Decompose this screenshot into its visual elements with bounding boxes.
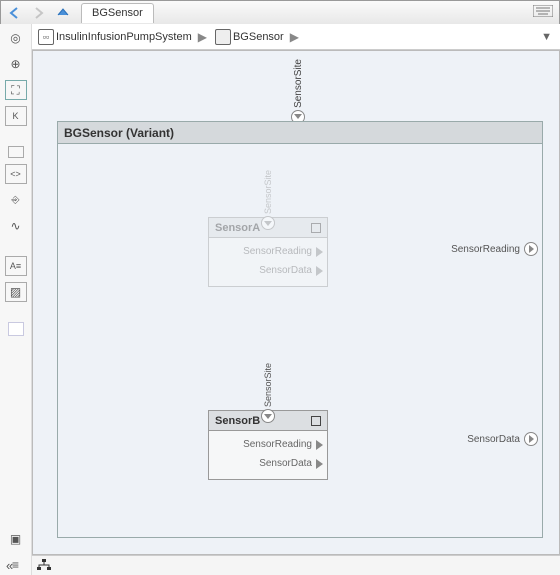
- port-out-icon: [524, 242, 538, 256]
- out-port-reading-label: SensorReading: [451, 244, 520, 255]
- port-out-icon: [316, 440, 323, 450]
- collapse-rail-button[interactable]: «: [6, 558, 13, 573]
- keyboard-icon: [533, 5, 553, 17]
- rail-rect-icon[interactable]: [8, 146, 24, 158]
- rail-fit-icon[interactable]: ⛶: [5, 80, 27, 100]
- up-arrow-icon: [55, 6, 71, 20]
- variant-badge-icon: [311, 416, 321, 426]
- sensor-b-out-data[interactable]: SensorData: [259, 458, 323, 469]
- rail-camera-icon[interactable]: ▣: [5, 529, 27, 549]
- tab-label: BGSensor: [92, 7, 143, 19]
- block-icon: [215, 29, 231, 45]
- top-toolbar: BGSensor: [1, 1, 559, 25]
- sub-block-sensor-b[interactable]: SensorSite SensorB SensorReading SensorD…: [208, 410, 328, 480]
- sub-block-sensor-a[interactable]: SensorSite SensorA SensorReading SensorD…: [208, 217, 328, 287]
- rail-text-icon[interactable]: A≡: [5, 256, 27, 276]
- breadcrumb-current-label: BGSensor: [233, 31, 284, 43]
- port-out-icon: [316, 247, 323, 257]
- forward-button[interactable]: [28, 3, 50, 23]
- port-in-icon: [261, 216, 275, 230]
- sensor-a-top-port[interactable]: SensorSite: [261, 170, 275, 230]
- port-out-icon: [524, 432, 538, 446]
- back-button[interactable]: [4, 3, 26, 23]
- canvas-area: ▫▫ InsulinInfusionPumpSystem ▶ BGSensor …: [32, 24, 560, 575]
- breadcrumb-root-label: InsulinInfusionPumpSystem: [56, 31, 192, 43]
- top-port-label: SensorSite: [293, 59, 304, 108]
- rail-signal-icon[interactable]: ∿: [5, 216, 27, 236]
- sensor-a-out-reading[interactable]: SensorReading: [243, 246, 323, 257]
- breadcrumb-bar: ▫▫ InsulinInfusionPumpSystem ▶ BGSensor …: [32, 24, 560, 50]
- port-out-icon: [316, 266, 323, 276]
- breadcrumb-dropdown[interactable]: ▼: [541, 31, 552, 43]
- back-arrow-icon: [7, 6, 23, 20]
- rail-zoom-icon[interactable]: ⊕: [5, 54, 27, 74]
- breadcrumb-root[interactable]: ▫▫ InsulinInfusionPumpSystem: [34, 29, 194, 45]
- chevron-right-icon: ▶: [194, 30, 211, 44]
- diagram-canvas[interactable]: SensorSite BGSensor (Variant) SensorSite…: [32, 50, 560, 555]
- rail-blank-icon[interactable]: [8, 322, 24, 336]
- breadcrumb-current[interactable]: BGSensor: [211, 29, 286, 45]
- tab-bgsensor[interactable]: BGSensor: [81, 3, 154, 23]
- sensor-a-body: SensorReading SensorData: [209, 238, 327, 286]
- chevron-right-icon: ▶: [286, 30, 303, 44]
- sensor-b-body: SensorReading SensorData: [209, 431, 327, 479]
- sensor-b-top-port[interactable]: SensorSite: [261, 363, 275, 423]
- variant-block-title: BGSensor (Variant): [64, 126, 174, 140]
- up-button[interactable]: [52, 3, 74, 23]
- sensor-b-title: SensorB: [215, 415, 260, 427]
- rail-target-icon[interactable]: ◎: [5, 28, 27, 48]
- rail-code-icon[interactable]: <>: [5, 164, 27, 184]
- status-bar: [32, 555, 560, 575]
- rail-k-icon[interactable]: K: [5, 106, 27, 126]
- variant-badge-icon: [311, 223, 321, 233]
- variant-block[interactable]: BGSensor (Variant) SensorSite SensorA Se…: [57, 121, 543, 538]
- port-out-icon: [316, 459, 323, 469]
- port-in-icon: [261, 409, 275, 423]
- sensor-a-out-data[interactable]: SensorData: [259, 265, 323, 276]
- hierarchy-icon: [36, 559, 52, 571]
- left-tool-rail: ◎ ⊕ ⛶ K <> ⎆ ∿ A≡ ▨ ▣ ≡ «: [0, 24, 32, 575]
- out-port-data-label: SensorData: [467, 434, 520, 445]
- forward-arrow-icon: [31, 6, 47, 20]
- sensor-b-out-reading[interactable]: SensorReading: [243, 439, 323, 450]
- rail-image-icon[interactable]: ▨: [5, 282, 27, 302]
- block-out-port-reading[interactable]: SensorReading: [451, 242, 538, 256]
- block-out-port-data[interactable]: SensorData: [467, 432, 538, 446]
- block-top-port[interactable]: SensorSite: [291, 59, 305, 124]
- sensor-b-top-port-label: SensorSite: [263, 363, 273, 407]
- keyboard-button[interactable]: [533, 5, 553, 20]
- sensor-a-top-port-label: SensorSite: [263, 170, 273, 214]
- rail-port-icon[interactable]: ⎆: [5, 190, 27, 210]
- system-icon: ▫▫: [38, 29, 54, 45]
- variant-block-header: BGSensor (Variant): [58, 122, 542, 144]
- hierarchy-button[interactable]: [36, 559, 52, 573]
- workspace: ◎ ⊕ ⛶ K <> ⎆ ∿ A≡ ▨ ▣ ≡ « ▫▫ InsulinInfu…: [0, 24, 560, 575]
- sensor-a-title: SensorA: [215, 222, 260, 234]
